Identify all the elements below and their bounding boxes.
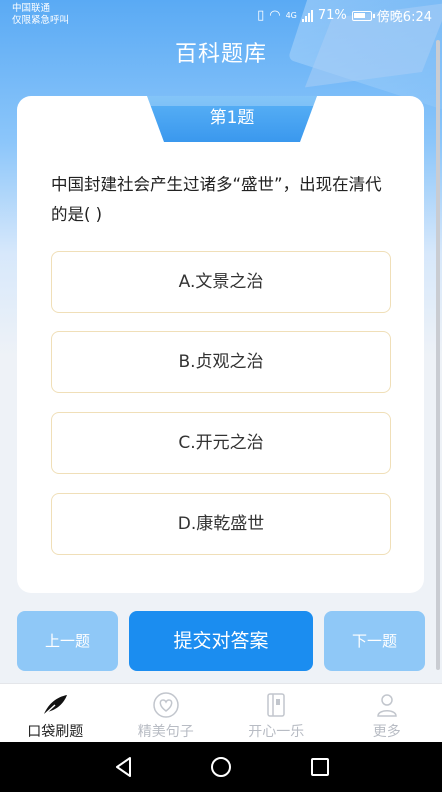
status-bar: 中国联通 仅限紧急呼叫 ▯ ◠ 4G 71% 傍晚6:24 xyxy=(0,0,442,32)
clock: 傍晚6:24 xyxy=(376,10,432,25)
question-number-tab: 第1题 xyxy=(147,96,317,142)
leaf-icon xyxy=(41,691,69,719)
carrier-name: 中国联通 xyxy=(12,3,51,14)
next-question-button[interactable]: 下一题 xyxy=(324,611,425,671)
book-icon xyxy=(264,691,288,719)
signal-icon xyxy=(301,9,313,22)
back-icon[interactable] xyxy=(113,756,135,782)
battery-icon xyxy=(351,10,375,21)
nav-label: 口袋刷题 xyxy=(27,724,84,740)
carrier-info: 中国联通 仅限紧急呼叫 xyxy=(12,3,69,27)
vibrate-icon: ▯ xyxy=(257,8,265,23)
person-icon xyxy=(375,691,399,719)
prev-question-button[interactable]: 上一题 xyxy=(17,611,118,671)
bottom-nav: 口袋刷题 精美句子 开心一乐 更多 xyxy=(0,683,442,742)
option-b[interactable]: B.贞观之治 xyxy=(51,331,391,393)
option-d[interactable]: D.康乾盛世 xyxy=(51,493,391,555)
emergency-text: 仅限紧急呼叫 xyxy=(12,15,70,26)
nav-label: 更多 xyxy=(372,724,401,740)
scrollbar[interactable] xyxy=(436,40,440,670)
question-card: 第1题 中国封建社会产生过诸多“盛世”，出现在清代的是( ) A.文景之治 B.… xyxy=(17,96,424,593)
nav-label: 开心一乐 xyxy=(248,724,305,740)
option-a[interactable]: A.文景之治 xyxy=(51,251,391,313)
network-type: 4G xyxy=(285,11,297,20)
nav-item-pocket-quiz[interactable]: 口袋刷题 xyxy=(0,684,111,742)
wifi-icon: ◠ xyxy=(269,8,281,23)
system-nav-bar xyxy=(0,742,442,792)
nav-item-more[interactable]: 更多 xyxy=(332,684,442,742)
question-text: 中国封建社会产生过诸多“盛世”，出现在清代的是( ) xyxy=(51,175,382,224)
battery-percent: 71% xyxy=(317,8,347,23)
nav-item-jokes[interactable]: 开心一乐 xyxy=(221,684,332,742)
submit-answer-button[interactable]: 提交对答案 xyxy=(129,611,313,671)
option-c[interactable]: C.开元之治 xyxy=(51,412,391,474)
recents-icon[interactable] xyxy=(309,756,331,782)
nav-item-sentences[interactable]: 精美句子 xyxy=(111,684,222,742)
home-icon[interactable] xyxy=(210,756,232,782)
heart-icon xyxy=(152,691,180,719)
page-title: 百科题库 xyxy=(174,42,267,67)
status-icons: ▯ ◠ 4G 71% 傍晚6:24 xyxy=(257,6,432,25)
app-screen: 中国联通 仅限紧急呼叫 ▯ ◠ 4G 71% 傍晚6:24 百科题库 第1题 中… xyxy=(0,0,442,792)
nav-label: 精美句子 xyxy=(137,724,194,740)
